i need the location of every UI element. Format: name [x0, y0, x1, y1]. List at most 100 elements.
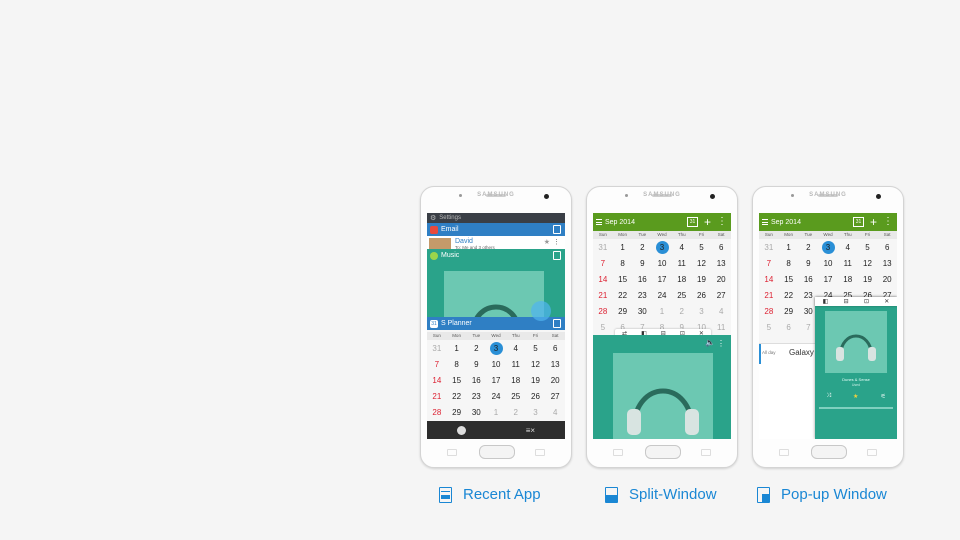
calendar-day[interactable]: 31: [759, 243, 779, 252]
calendar-day[interactable]: 19: [526, 376, 546, 385]
calendar-day[interactable]: 12: [692, 259, 712, 268]
calendar-day[interactable]: 10: [818, 259, 838, 268]
home-button[interactable]: [811, 445, 847, 459]
calendar-day[interactable]: 2: [672, 307, 692, 316]
calendar-day[interactable]: 5: [526, 344, 546, 353]
calendar-day[interactable]: 10: [652, 259, 672, 268]
calendar-day[interactable]: 23: [466, 392, 486, 401]
calendar-day[interactable]: 8: [779, 259, 799, 268]
recent-key-icon[interactable]: [447, 449, 457, 456]
calendar-day[interactable]: 29: [613, 307, 633, 316]
calendar-day[interactable]: 26: [526, 392, 546, 401]
more-icon[interactable]: ⋮: [717, 339, 725, 348]
calendar-day[interactable]: 11: [506, 360, 526, 369]
calendar-day[interactable]: 22: [613, 291, 633, 300]
menu-icon[interactable]: [762, 219, 768, 225]
drag-content-icon[interactable]: ◧: [823, 298, 829, 305]
calendar-day[interactable]: 9: [466, 360, 486, 369]
seek-bar[interactable]: [819, 407, 893, 409]
split-view-icon[interactable]: [553, 251, 561, 260]
split-view-icon[interactable]: [553, 225, 561, 234]
calendar-day[interactable]: 25: [672, 291, 692, 300]
calendar-day[interactable]: 5: [692, 243, 712, 252]
calendar-day[interactable]: 4: [672, 243, 692, 252]
calendar-day[interactable]: 8: [613, 259, 633, 268]
calendar-day[interactable]: 24: [486, 392, 506, 401]
calendar-day[interactable]: 14: [759, 275, 779, 284]
calendar-day[interactable]: 1: [652, 307, 672, 316]
back-key-icon[interactable]: [701, 449, 711, 456]
calendar-day[interactable]: 7: [427, 360, 447, 369]
calendar-day[interactable]: 1: [613, 243, 633, 252]
calendar-day[interactable]: 12: [858, 259, 878, 268]
home-button[interactable]: [479, 445, 515, 459]
calendar-day[interactable]: 1: [486, 408, 506, 417]
close-icon[interactable]: ✕: [884, 298, 889, 305]
calendar-day[interactable]: 20: [711, 275, 731, 284]
calendar-day[interactable]: 28: [593, 307, 613, 316]
add-icon[interactable]: +: [870, 216, 877, 228]
caption-popup-window[interactable]: Pop-up Window: [757, 486, 887, 503]
home-button[interactable]: [645, 445, 681, 459]
calendar-view-icon[interactable]: 31: [686, 217, 698, 227]
calendar-day[interactable]: 3: [652, 240, 672, 254]
calendar-day[interactable]: 22: [447, 392, 467, 401]
calendar-day[interactable]: 14: [427, 376, 447, 385]
calendar-day[interactable]: 19: [692, 275, 712, 284]
calendar-view-icon[interactable]: 31: [852, 217, 864, 227]
calendar-day[interactable]: 4: [506, 344, 526, 353]
shuffle-icon[interactable]: ⤨: [826, 393, 831, 400]
calendar-day[interactable]: 7: [759, 259, 779, 268]
calendar-day[interactable]: 5: [858, 243, 878, 252]
calendar-day[interactable]: 6: [545, 344, 565, 353]
calendar-day[interactable]: 18: [506, 376, 526, 385]
calendar-day[interactable]: 28: [759, 307, 779, 316]
calendar-day[interactable]: 3: [526, 408, 546, 417]
calendar-day[interactable]: 16: [466, 376, 486, 385]
calendar-day[interactable]: 2: [466, 344, 486, 353]
calendar-day[interactable]: 29: [779, 307, 799, 316]
maximize-icon[interactable]: ⊡: [864, 298, 869, 305]
music-popup-window[interactable]: ◧ ⊟ ⊡ ✕ Dunes & Sense Used ⤨ ★ ⚟: [815, 297, 897, 439]
calendar-day[interactable]: 16: [632, 275, 652, 284]
calendar-day[interactable]: 9: [798, 259, 818, 268]
calendar-day[interactable]: 27: [711, 291, 731, 300]
calendar-day[interactable]: 13: [877, 259, 897, 268]
calendar-day[interactable]: 19: [858, 275, 878, 284]
calendar-day[interactable]: 15: [779, 275, 799, 284]
equalizer-icon[interactable]: ⚟: [881, 393, 886, 400]
calendar-day[interactable]: 3: [818, 240, 838, 254]
calendar-day[interactable]: 17: [486, 376, 506, 385]
calendar-day[interactable]: 18: [838, 275, 858, 284]
card-s-planner[interactable]: 31 S Planner Sun Mon Tue Wed Thu Fri Sat 31 1 2 3 4…: [427, 317, 565, 425]
calendar-day[interactable]: 11: [672, 259, 692, 268]
calendar-day[interactable]: 21: [427, 392, 447, 401]
calendar-day[interactable]: 21: [593, 291, 613, 300]
calendar-day[interactable]: 4: [838, 243, 858, 252]
calendar-day[interactable]: 5: [593, 323, 613, 332]
calendar-day[interactable]: 23: [632, 291, 652, 300]
calendar-day[interactable]: 7: [593, 259, 613, 268]
calendar-day[interactable]: 26: [692, 291, 712, 300]
more-icon[interactable]: ⋮: [883, 217, 893, 227]
calendar-day[interactable]: 3: [692, 307, 712, 316]
calendar-day[interactable]: 30: [632, 307, 652, 316]
calendar-day[interactable]: 1: [447, 344, 467, 353]
calendar-day[interactable]: 2: [798, 243, 818, 252]
calendar-day[interactable]: 14: [593, 275, 613, 284]
calendar-day[interactable]: 4: [711, 307, 731, 316]
calendar-day[interactable]: 16: [798, 275, 818, 284]
drag-handle[interactable]: [531, 301, 551, 321]
menu-icon[interactable]: [596, 219, 602, 225]
split-view-icon[interactable]: [553, 319, 561, 328]
calendar-day[interactable]: 10: [486, 360, 506, 369]
close-all-icon[interactable]: ≡×: [526, 426, 535, 435]
add-icon[interactable]: +: [704, 216, 711, 228]
back-key-icon[interactable]: [535, 449, 545, 456]
favorite-star-icon[interactable]: ★: [853, 393, 858, 400]
calendar-day[interactable]: 11: [711, 323, 731, 332]
calendar-day[interactable]: 6: [877, 243, 897, 252]
calendar-day[interactable]: 15: [613, 275, 633, 284]
calendar-day[interactable]: 31: [427, 344, 447, 353]
calendar-day[interactable]: 6: [779, 323, 799, 332]
